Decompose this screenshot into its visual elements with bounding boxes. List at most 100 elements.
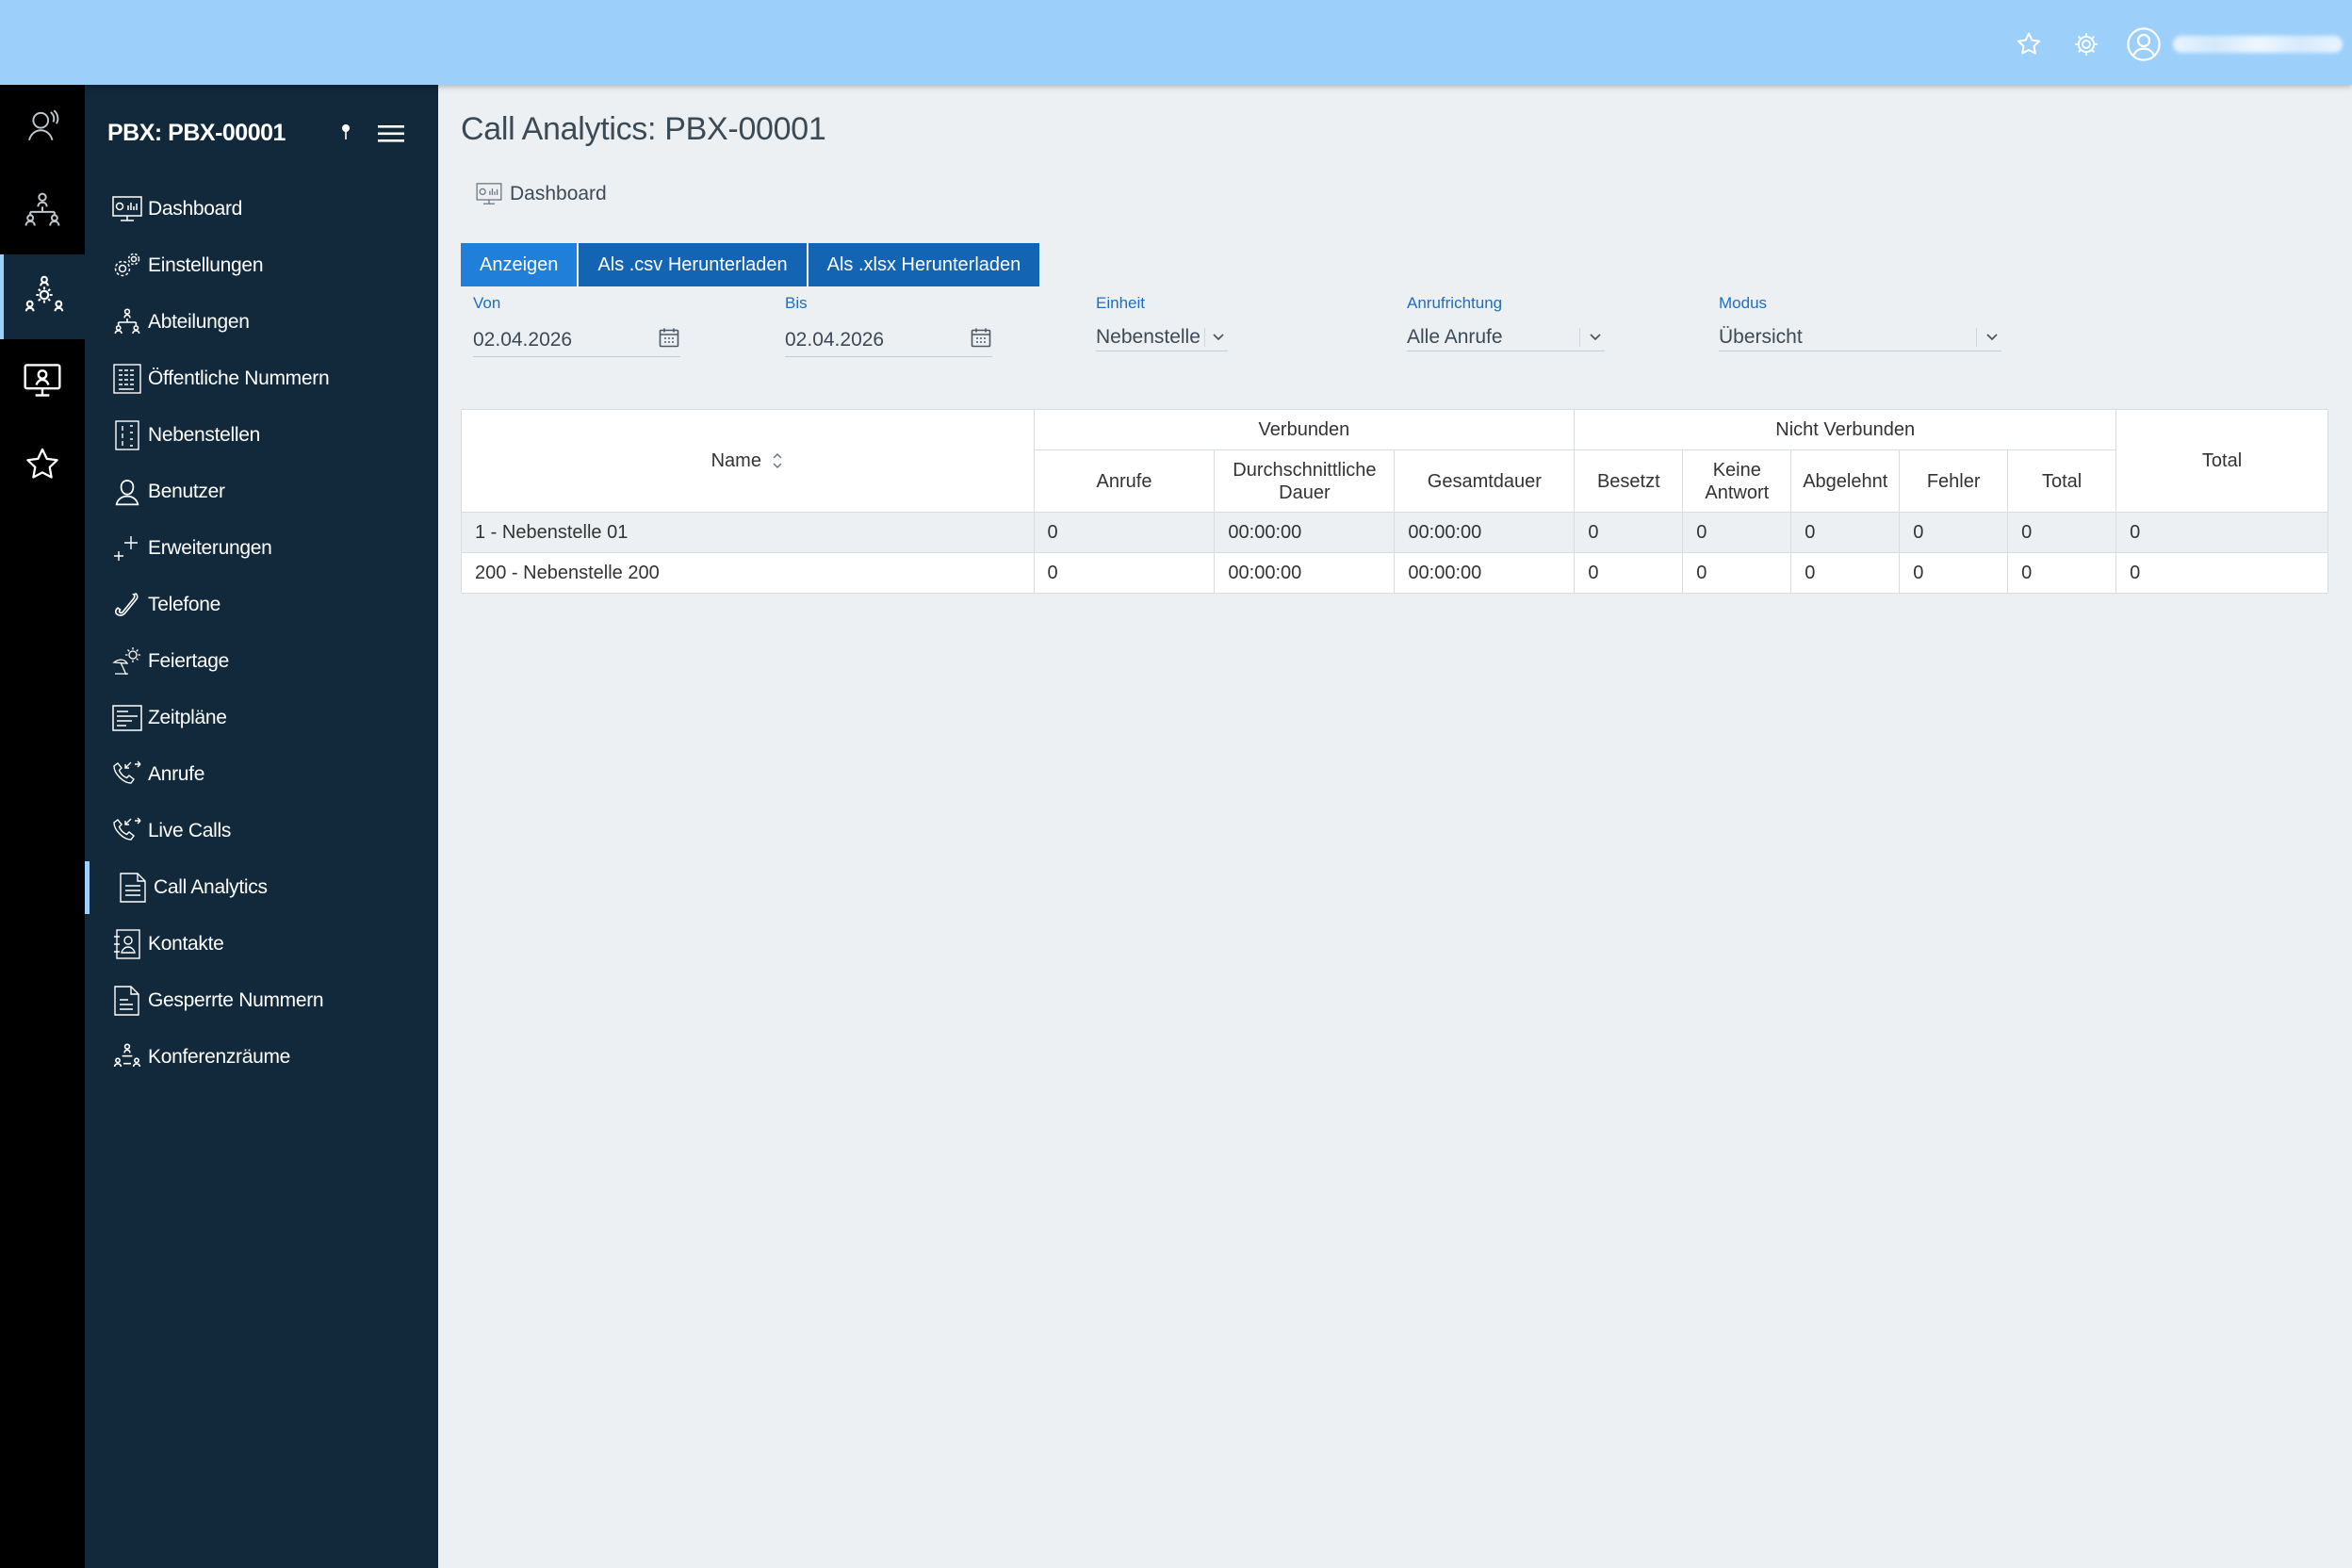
pbx-icon (23, 273, 66, 321)
to-date-input[interactable]: 02.04.2026 (785, 324, 992, 357)
document-icon (117, 872, 149, 904)
table-cell: 00:00:00 (1214, 512, 1396, 553)
analytics-table: Name Verbunden Nicht Verbunden Total Anr… (461, 409, 2328, 594)
rail-item-support[interactable] (0, 85, 85, 170)
sidebar-item-nebenstellen[interactable]: Nebenstellen (85, 407, 438, 464)
app-rail (0, 85, 85, 1568)
breadcrumb[interactable]: Dashboard (476, 183, 607, 205)
sidebar-item-erweiterungen[interactable]: Erweiterungen (85, 520, 438, 577)
dashboard-icon (111, 193, 143, 225)
sidebar-item-call-analytics[interactable]: Call Analytics (85, 859, 438, 916)
extensions-icon (111, 419, 143, 451)
table-cell: 0 (1899, 552, 2009, 594)
table-cell: 00:00:00 (1394, 552, 1576, 594)
sidebar-item-oeffentliche-nummern[interactable]: Öffentliche Nummern (85, 351, 438, 407)
org-chart-icon (22, 189, 63, 236)
from-date-input[interactable]: 02.04.2026 (473, 324, 680, 357)
sidebar-item-anrufe[interactable]: Anrufe (85, 746, 438, 803)
blocked-numbers-icon (111, 985, 143, 1017)
live-calls-icon (111, 815, 143, 847)
sort-icon[interactable] (771, 450, 784, 471)
sidebar-item-kontakte[interactable]: Kontakte (85, 916, 438, 972)
column-header-no-answer: Keine Antwort (1682, 449, 1792, 513)
phone-icon (111, 589, 143, 621)
table-cell: 0 (1574, 512, 1684, 553)
sidebar-item-feiertage[interactable]: Feiertage (85, 633, 438, 690)
sidebar-item-dashboard[interactable]: Dashboard (85, 181, 438, 237)
rail-item-monitor[interactable] (0, 339, 85, 424)
dashboard-icon (476, 183, 502, 205)
rail-item-pbx[interactable] (0, 254, 85, 339)
to-date-label: Bis (785, 294, 808, 312)
chevron-down-icon (1204, 328, 1228, 347)
chevron-down-icon (1976, 328, 2001, 347)
calendar-icon[interactable] (658, 326, 680, 354)
sidebar-item-live-calls[interactable]: Live Calls (85, 803, 438, 859)
user-circle-icon[interactable] (2122, 23, 2165, 66)
top-bar-actions (2007, 23, 2352, 66)
sidebar-item-benutzer[interactable]: Benutzer (85, 464, 438, 520)
table-cell: 0 (2007, 512, 2117, 553)
mode-label: Modus (1719, 294, 1768, 312)
column-header-name[interactable]: Name (461, 409, 1035, 513)
mode-select-field: Modus Übersicht (1719, 294, 2001, 351)
support-agent-icon (23, 106, 62, 150)
column-header-error: Fehler (1899, 449, 2009, 513)
table-cell: 0 (1682, 512, 1792, 553)
unit-select-field: Einheit Nebenstelle (1096, 294, 1228, 351)
to-date-field: Bis 02.04.2026 (785, 294, 992, 357)
sidebar-item-gesperrte-nummern[interactable]: Gesperrte Nummern (85, 972, 438, 1029)
table-cell: 0 (1033, 512, 1216, 553)
from-date-label: Von (473, 294, 501, 312)
column-header-total-duration: Gesamtdauer (1394, 449, 1576, 513)
star-icon[interactable] (2007, 23, 2050, 66)
sidebar-item-konferenzraeume[interactable]: Konferenzräume (85, 1029, 438, 1086)
table-cell: 00:00:00 (1214, 552, 1396, 594)
unit-label: Einheit (1096, 294, 1145, 312)
sidebar-item-einstellungen[interactable]: Einstellungen (85, 237, 438, 294)
main-content: Call Analytics: PBX-00001 Dashboard Anze… (438, 85, 2352, 1568)
rail-item-favorites[interactable] (0, 424, 85, 509)
direction-select[interactable]: Alle Anrufe (1407, 324, 1605, 351)
pin-icon[interactable] (339, 122, 352, 148)
breadcrumb-dashboard[interactable]: Dashboard (510, 183, 607, 205)
direction-label: Anrufrichtung (1407, 294, 1503, 312)
sidebar-nav: Dashboard Einstellungen Abteilungen Öffe… (85, 181, 438, 1086)
rail-item-organization[interactable] (0, 170, 85, 254)
schedule-icon (111, 702, 143, 734)
table-cell: 0 (2007, 552, 2117, 594)
table-cell: 0 (1899, 512, 2009, 553)
sidebar-header: PBX: PBX-00001 (85, 85, 438, 181)
gear-icon[interactable] (2065, 23, 2108, 66)
download-csv-button[interactable]: Als .csv Herunterladen (579, 243, 807, 286)
analytics-table-wrapper: Name Verbunden Nicht Verbunden Total Anr… (461, 409, 2328, 594)
column-header-not-connected-total: Total (2007, 449, 2117, 513)
username[interactable] (2173, 36, 2343, 53)
column-header-avg-duration: Durchschnittliche Dauer (1214, 449, 1396, 513)
sidebar-item-telefone[interactable]: Telefone (85, 577, 438, 633)
public-numbers-icon (111, 363, 143, 395)
from-date-field: Von 02.04.2026 (473, 294, 680, 357)
holiday-icon (111, 645, 143, 678)
column-group-not-connected: Nicht Verbunden (1574, 409, 2117, 450)
show-button[interactable]: Anzeigen (461, 243, 578, 286)
calendar-icon[interactable] (970, 326, 992, 354)
mode-select[interactable]: Übersicht (1719, 324, 2001, 351)
unit-select[interactable]: Nebenstelle (1096, 324, 1228, 351)
table-cell: 0 (2115, 512, 2328, 553)
column-header-busy: Besetzt (1574, 449, 1684, 513)
hamburger-menu-icon[interactable] (377, 122, 405, 150)
user-icon (111, 476, 143, 508)
sidebar-item-zeitplaene[interactable]: Zeitpläne (85, 690, 438, 746)
table-row[interactable]: 1 - Nebenstelle 01 0 00:00:00 00:00:00 0… (461, 512, 2328, 553)
monitor-icon (22, 359, 63, 405)
download-xlsx-button[interactable]: Als .xlsx Herunterladen (808, 243, 1040, 286)
sidebar-item-abteilungen[interactable]: Abteilungen (85, 294, 438, 351)
conference-icon (111, 1041, 143, 1073)
action-buttons: Anzeigen Als .csv Herunterladen Als .xls… (461, 243, 1041, 286)
table-cell: 0 (1682, 552, 1792, 594)
table-cell: 0 (1790, 552, 1901, 594)
table-row[interactable]: 200 - Nebenstelle 200 0 00:00:00 00:00:0… (461, 552, 2328, 594)
calls-icon (111, 759, 143, 791)
column-header-rejected: Abgelehnt (1790, 449, 1901, 513)
